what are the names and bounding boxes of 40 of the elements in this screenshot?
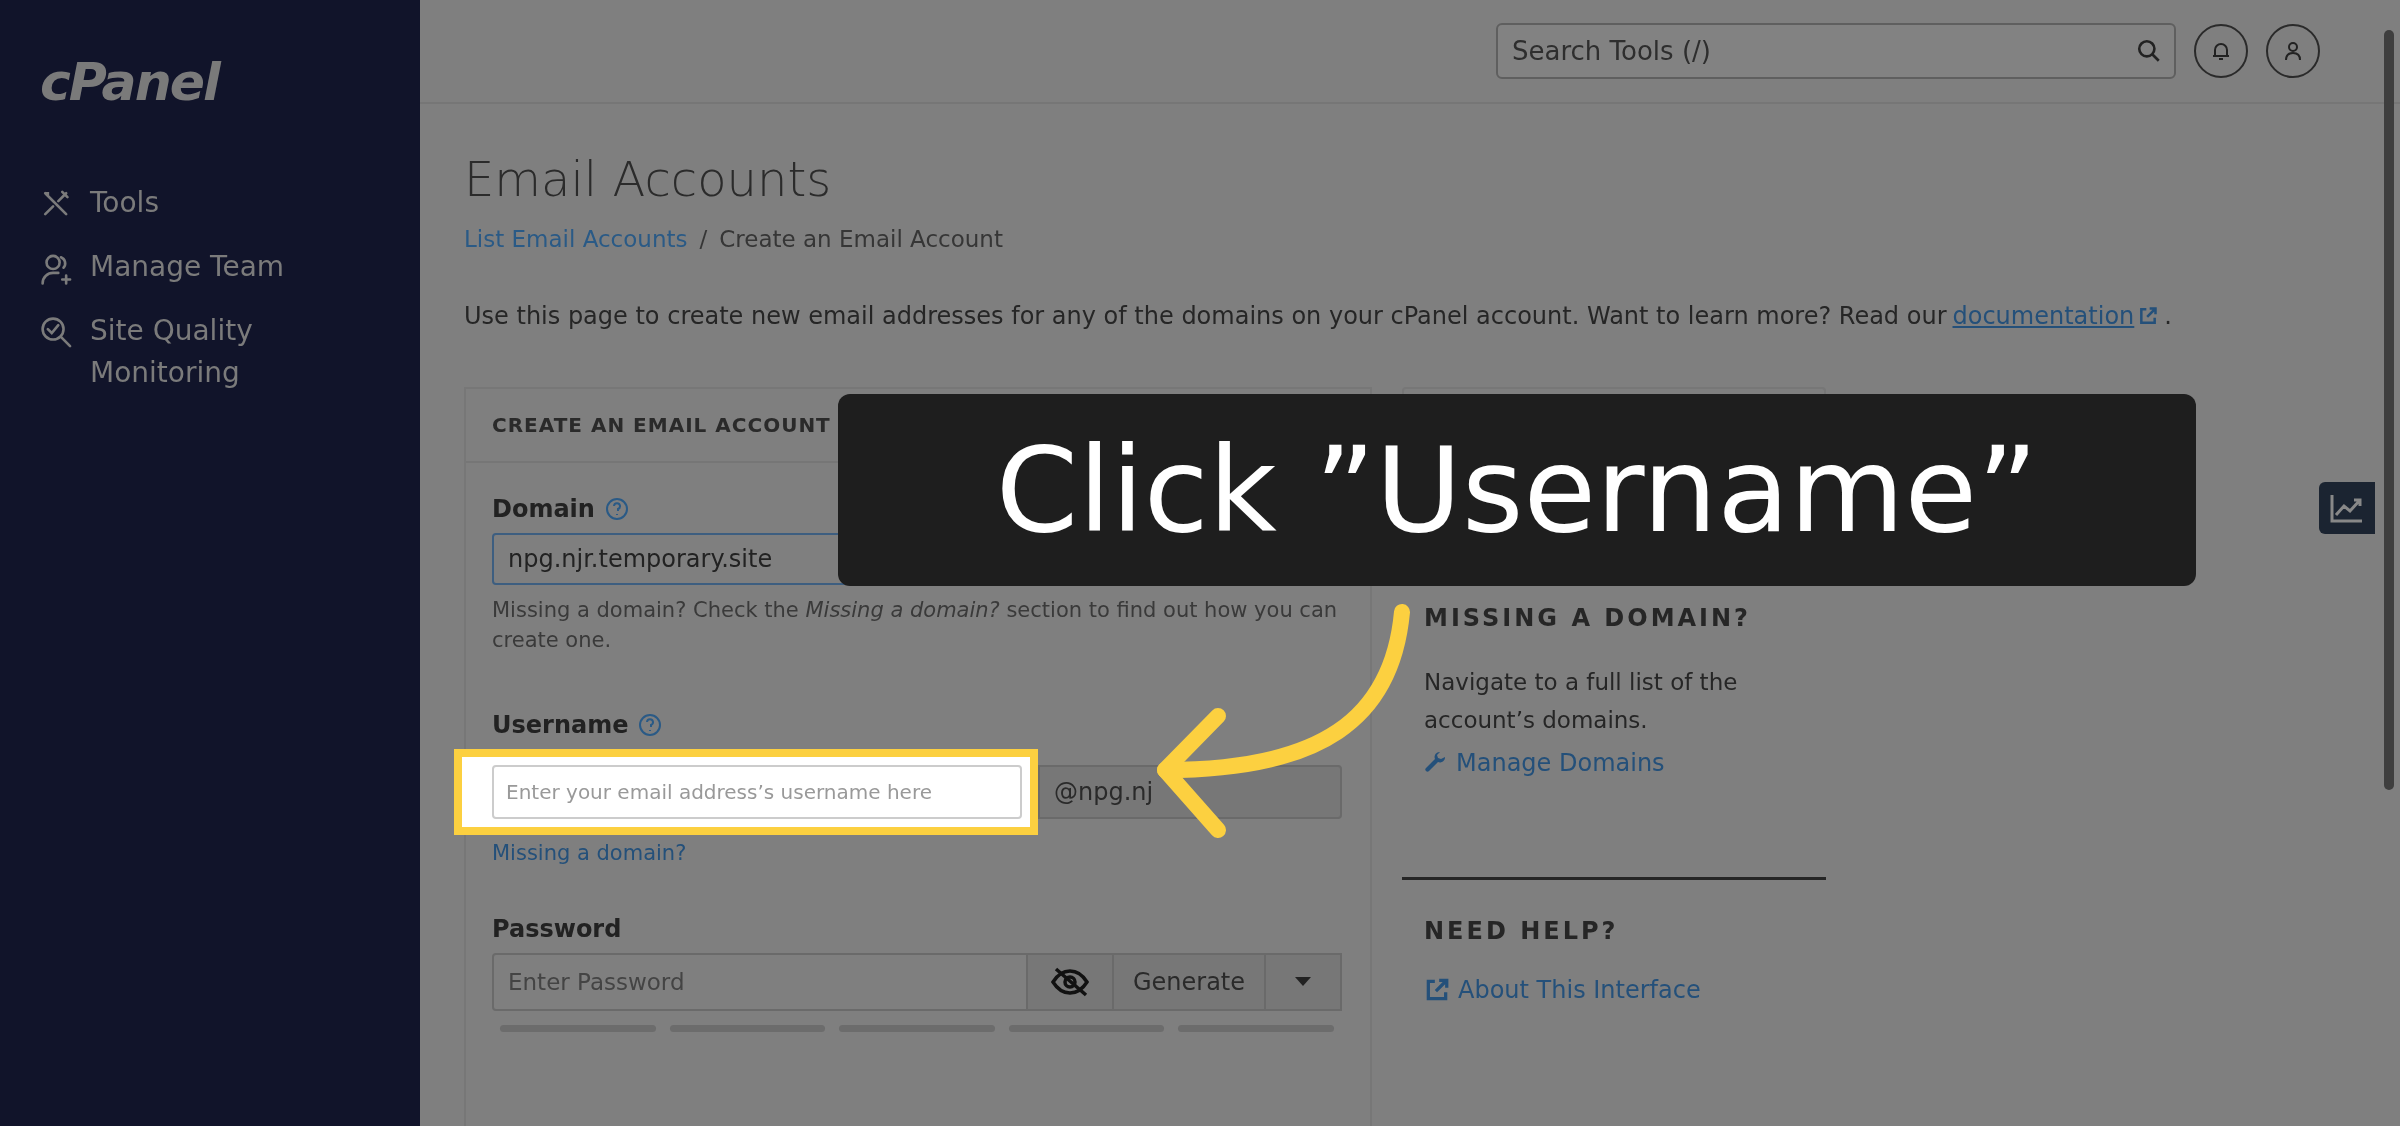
sidebar-item[interactable]: Manage Team — [40, 246, 420, 288]
breadcrumb-link[interactable]: List Email Accounts — [464, 226, 688, 252]
documentation-link[interactable]: documentation — [1952, 302, 2159, 330]
external-link-icon — [1424, 977, 1450, 1003]
field-hint: Missing a domain? Check the Missing a domain? section to find out how you can create one. — [492, 597, 1339, 654]
external-link-icon — [2138, 306, 2159, 326]
wrench-icon — [1424, 751, 1448, 775]
field-label: Domain — [492, 495, 595, 523]
cpanel-logo[interactable]: cPanel — [40, 52, 219, 112]
breadcrumb-current: Create an Email Account — [719, 226, 1003, 252]
generate-button[interactable]: Generate — [1114, 953, 1266, 1011]
section-heading: NEED HELP? — [1424, 916, 1620, 947]
field-label: Username — [492, 711, 629, 739]
eye-slash-icon — [1050, 967, 1090, 997]
field-label: Password — [492, 915, 622, 943]
chart-icon — [2330, 493, 2364, 523]
sidebar-item[interactable]: Site Quality Monitoring — [40, 310, 420, 394]
caret-icon — [1295, 977, 1311, 987]
breadcrumb-separator: / — [699, 226, 708, 252]
section-heading: MISSING A DOMAIN? — [1424, 603, 1753, 634]
magnifier-check-icon — [40, 316, 74, 350]
page-description: Use this page to create new email addresses for any of the domains on your cPanel account. Want to learn more? Read our — [464, 302, 1947, 330]
section-text: Navigate to a full list of the account’s domains. — [1424, 668, 1739, 735]
manage-domains-link[interactable]: Manage Domains — [1424, 749, 1704, 777]
notifications-button[interactable] — [2194, 24, 2248, 78]
username-field[interactable]: Enter your email address’s username here — [492, 765, 1022, 819]
user-button[interactable] — [2266, 24, 2320, 78]
password-field[interactable]: Enter Password — [492, 953, 1028, 1011]
missing-domain-link[interactable]: Missing a domain? — [492, 841, 687, 865]
scrollbar[interactable] — [2384, 30, 2394, 790]
toggle-visibility-button[interactable] — [1028, 953, 1114, 1011]
search-icon — [2136, 38, 2162, 64]
sidebar-item[interactable]: Tools — [40, 182, 420, 224]
about-interface-link[interactable]: About This Interface — [1424, 976, 1704, 1004]
instruction-tooltip: Click ”Username” — [838, 394, 2196, 586]
search-field[interactable]: Search Tools (/) — [1496, 23, 2176, 79]
stats-toggle-button[interactable] — [2319, 482, 2375, 534]
period-text: . — [2164, 302, 2172, 330]
user-plus-icon — [40, 252, 74, 286]
page-title: Email Accounts — [464, 150, 833, 208]
